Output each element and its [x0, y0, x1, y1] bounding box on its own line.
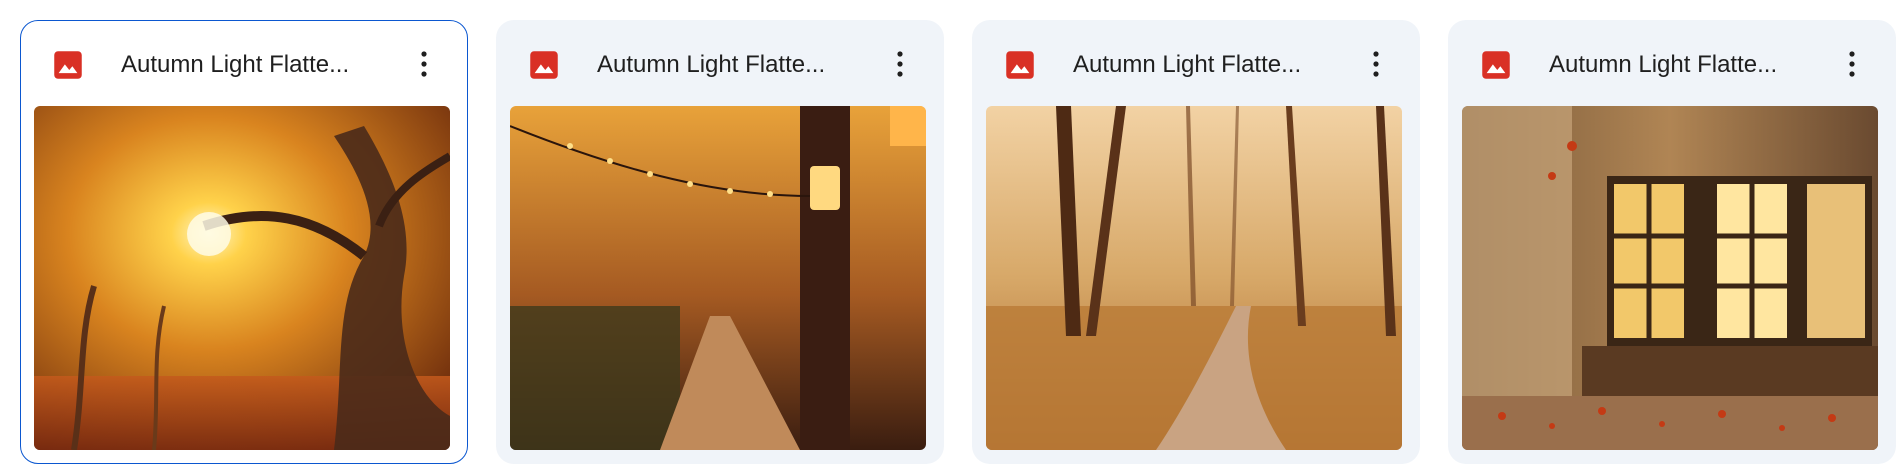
file-thumbnail[interactable] — [1462, 106, 1878, 450]
file-thumbnail[interactable] — [34, 106, 450, 450]
image-file-icon — [1481, 50, 1511, 80]
file-card[interactable]: Autumn Light Flatte... — [20, 20, 468, 464]
more-vert-icon[interactable] — [1836, 48, 1868, 80]
more-vert-icon[interactable] — [408, 48, 440, 80]
file-title: Autumn Light Flatte... — [1073, 51, 1302, 78]
file-card-header[interactable]: Autumn Light Flatte... — [1448, 20, 1896, 106]
file-title: Autumn Light Flatte... — [1549, 51, 1778, 78]
file-card-header[interactable]: Autumn Light Flatte... — [972, 20, 1420, 106]
file-title: Autumn Light Flatte... — [121, 51, 350, 78]
file-thumbnail[interactable] — [510, 106, 926, 450]
image-file-icon — [529, 50, 559, 80]
image-file-icon — [1005, 50, 1035, 80]
file-card[interactable]: Autumn Light Flatte... — [1448, 20, 1896, 464]
file-card[interactable]: Autumn Light Flatte... — [496, 20, 944, 464]
file-card-header[interactable]: Autumn Light Flatte... — [496, 20, 944, 106]
image-file-icon — [53, 50, 83, 80]
file-card[interactable]: Autumn Light Flatte... — [972, 20, 1420, 464]
file-card-header[interactable]: Autumn Light Flatte... — [21, 21, 467, 107]
file-thumbnail[interactable] — [986, 106, 1402, 450]
more-vert-icon[interactable] — [1360, 48, 1392, 80]
file-title: Autumn Light Flatte... — [597, 51, 826, 78]
more-vert-icon[interactable] — [884, 48, 916, 80]
